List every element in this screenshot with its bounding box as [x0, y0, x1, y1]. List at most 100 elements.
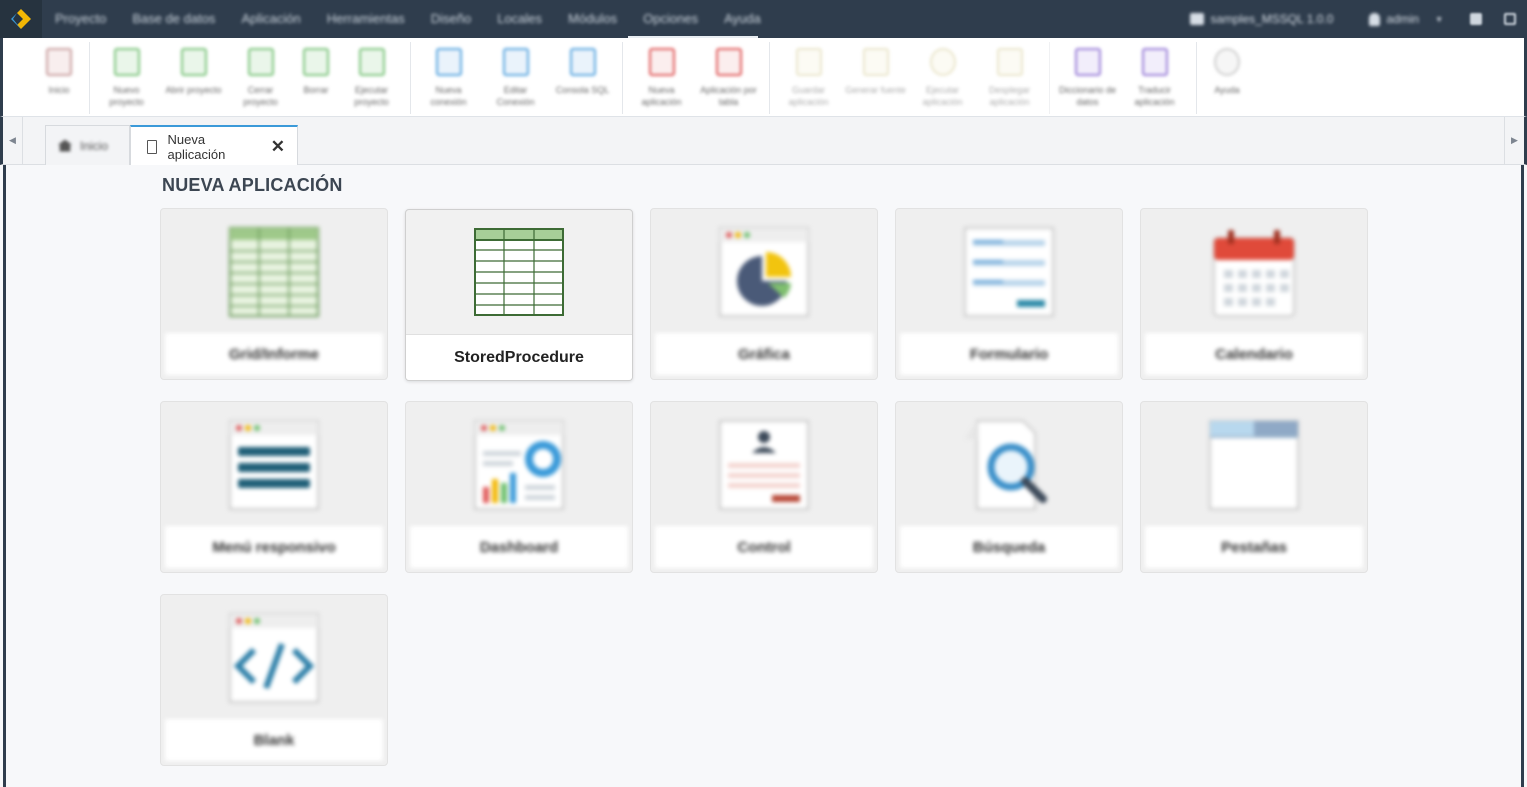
sql-console-button[interactable]: Consola SQL: [549, 42, 616, 114]
new-application-button[interactable]: Nueva aplicación: [628, 42, 695, 114]
dashboard-icon: [474, 419, 564, 510]
main-menu: Proyecto Base de datos Aplicación Herram…: [42, 0, 774, 38]
tabs-scroll-left-button[interactable]: ◀: [3, 117, 23, 164]
project-selector[interactable]: samples_MSSQL 1.0.0: [1170, 12, 1353, 26]
generate-icon: [862, 48, 889, 76]
menu-right: samples_MSSQL 1.0.0 admin ▼: [1170, 0, 1527, 38]
logo-icon: [11, 9, 31, 29]
card-label: Blank: [165, 719, 383, 761]
caret-right-icon: ▶: [1511, 135, 1518, 145]
generate-source-button[interactable]: Generar fuente: [842, 42, 909, 114]
tab-inicio[interactable]: Inicio: [45, 125, 130, 165]
delete-button[interactable]: Borrar: [294, 42, 338, 114]
chevron-down-icon: ▼: [1435, 14, 1443, 24]
run-project-icon: [358, 48, 385, 76]
tab-nueva-aplicacion[interactable]: Nueva aplicación ✕: [130, 125, 298, 166]
translate-application-button[interactable]: Traducir aplicación: [1121, 42, 1188, 114]
new-connection-button[interactable]: Nueva conexión: [415, 42, 482, 114]
card-label: Dashboard: [410, 526, 628, 568]
edit-connection-button[interactable]: Editar Conexión: [482, 42, 549, 114]
app-type-card-grid[interactable]: Grid/Informe: [160, 208, 388, 380]
card-label: Búsqueda: [900, 526, 1118, 568]
app-type-card-calendar[interactable]: Calendario: [1140, 208, 1368, 380]
app-type-card-stored-procedure[interactable]: StoredProcedure: [405, 209, 633, 381]
toolbar: Inicio Nuevo proyecto Abrir proyecto Cer…: [0, 38, 1527, 117]
menu-bar: Proyecto Base de datos Aplicación Herram…: [0, 0, 1527, 39]
app-type-card-responsive-menu[interactable]: Menú responsivo: [160, 401, 388, 573]
save-application-button[interactable]: Guardar aplicación: [775, 42, 842, 114]
application-by-table-button[interactable]: Aplicación por tabla: [695, 42, 762, 114]
toolbar-group-app-actions: Guardar aplicación Generar fuente Ejecut…: [775, 42, 1050, 114]
calendar-icon: [1213, 229, 1295, 317]
control-icon: [719, 419, 809, 510]
app-type-card-form[interactable]: Formulario: [895, 208, 1123, 380]
form-icon: [964, 226, 1054, 317]
card-label: StoredProcedure: [406, 334, 632, 380]
app-logo[interactable]: [0, 0, 42, 38]
blank-code-icon: [229, 612, 319, 703]
open-folder-icon: [180, 48, 207, 76]
open-project-button[interactable]: Abrir proyecto: [160, 42, 227, 114]
card-label: Grid/Informe: [165, 333, 383, 375]
save-icon: [795, 48, 822, 76]
cloud-icon: [996, 48, 1023, 76]
stored-procedure-icon: [474, 227, 564, 316]
home-button[interactable]: Inicio: [28, 42, 90, 114]
deploy-application-button[interactable]: Desplegar aplicación: [976, 42, 1043, 114]
window-button[interactable]: [1493, 0, 1527, 38]
card-label: Calendario: [1145, 333, 1363, 375]
tabs-icon: [1209, 419, 1299, 510]
app-type-card-chart[interactable]: Gráfica: [650, 208, 878, 380]
tabs-scroll-right-button[interactable]: ▶: [1504, 117, 1524, 164]
tabs-bar: ◀ Inicio Nueva aplicación ✕ ▶: [0, 117, 1527, 166]
app-type-card-blank[interactable]: Blank: [160, 594, 388, 766]
menu-base-de-datos[interactable]: Base de datos: [119, 0, 228, 38]
menu-herramientas[interactable]: Herramientas: [314, 0, 418, 38]
card-label: Formulario: [900, 333, 1118, 375]
new-project-icon: [113, 48, 140, 76]
home-icon: [58, 139, 72, 152]
run-project-button[interactable]: Ejecutar proyecto: [338, 42, 405, 114]
toolbar-group-help: Ayuda: [1201, 42, 1253, 114]
menu-modulos[interactable]: Módulos: [555, 0, 630, 38]
tab-label: Inicio: [80, 138, 109, 153]
app-type-card-dashboard[interactable]: Dashboard: [405, 401, 633, 573]
run-application-button[interactable]: Ejecutar aplicación: [909, 42, 976, 114]
menu-proyecto[interactable]: Proyecto: [42, 0, 119, 38]
menu-opciones[interactable]: Opciones: [630, 0, 711, 38]
caret-left-icon: ◀: [9, 135, 16, 145]
app-type-card-search[interactable]: Búsqueda: [895, 401, 1123, 573]
close-folder-icon: [247, 48, 274, 76]
help-button[interactable]: Ayuda: [1201, 42, 1253, 114]
menu-aplicacion[interactable]: Aplicación: [228, 0, 313, 38]
menu-ayuda[interactable]: Ayuda: [711, 0, 774, 38]
card-label: Pestañas: [1145, 526, 1363, 568]
app-type-card-tabs[interactable]: Pestañas: [1140, 401, 1368, 573]
notifications-button[interactable]: [1459, 0, 1493, 38]
play-icon: [929, 48, 956, 76]
new-connection-icon: [435, 48, 462, 76]
menu-locales[interactable]: Locales: [484, 0, 555, 38]
page-title: NUEVA APLICACIÓN: [162, 175, 343, 195]
data-dictionary-button[interactable]: Diccionario de datos: [1054, 42, 1121, 114]
search-icon: [965, 419, 1047, 510]
close-project-button[interactable]: Cerrar proyecto: [227, 42, 294, 114]
toolbar-group-connection: Nueva conexión Editar Conexión Consola S…: [415, 42, 623, 114]
card-label: Control: [655, 526, 873, 568]
window-icon: [1504, 13, 1516, 25]
close-icon[interactable]: ✕: [271, 137, 285, 157]
user-icon: [1369, 12, 1381, 26]
toolbar-group-home: Inicio: [28, 42, 90, 114]
user-name: admin: [1386, 12, 1420, 26]
document-icon: [147, 139, 158, 154]
app-type-card-control[interactable]: Control: [650, 401, 878, 573]
bell-icon: [1470, 13, 1482, 25]
home-icon: [46, 48, 72, 76]
trash-icon: [303, 48, 329, 76]
responsive-menu-icon: [229, 419, 319, 510]
menu-diseno[interactable]: Diseño: [418, 0, 484, 38]
folder-icon: [1190, 13, 1205, 25]
new-project-button[interactable]: Nuevo proyecto: [93, 42, 160, 114]
toolbar-group-application: Nueva aplicación Aplicación por tabla: [628, 42, 770, 114]
user-menu[interactable]: admin ▼: [1353, 12, 1459, 26]
